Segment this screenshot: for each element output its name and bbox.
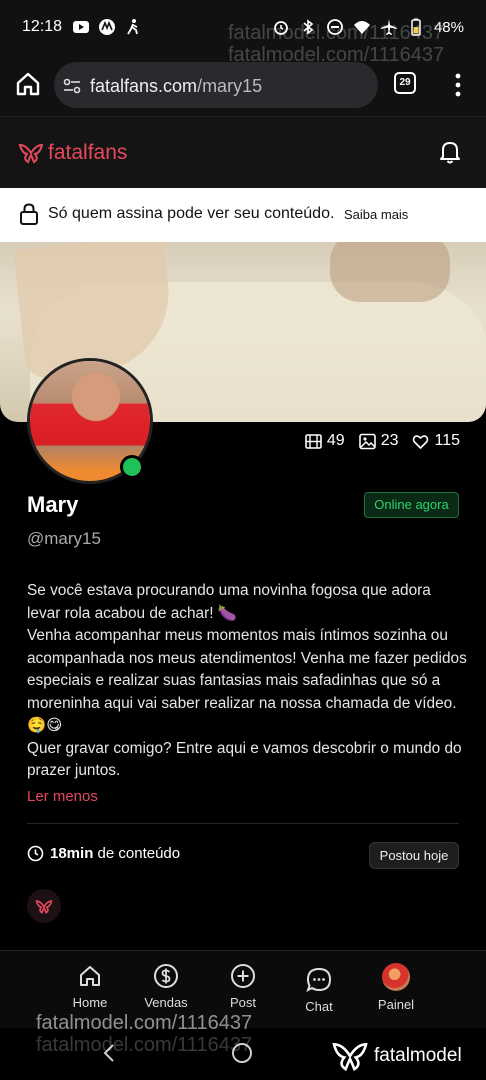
videos-count: 49 xyxy=(326,432,345,449)
chat-icon xyxy=(306,967,332,992)
dollar-icon xyxy=(154,964,178,988)
watermark: fatalmodel.com/1116437 xyxy=(36,1012,253,1034)
plus-circle-icon xyxy=(231,964,255,988)
nav-post-label: Post xyxy=(229,995,256,1010)
nav-vendas[interactable]: Vendas xyxy=(131,963,201,1010)
profile-bio: Se você estava procurando uma novinha fo… xyxy=(27,580,467,783)
bio-line: Quer gravar comigo? Entre aqui e vamos d… xyxy=(27,739,462,780)
film-icon xyxy=(305,433,322,449)
fatalfans-logo-icon xyxy=(18,143,44,164)
avatar xyxy=(382,963,410,991)
lock-icon xyxy=(20,203,38,225)
banner-message: Só quem assina pode ver seu conteúdo. xyxy=(48,205,335,222)
tab-switcher-button[interactable]: 29 xyxy=(394,72,416,94)
app-header: fatalfans xyxy=(0,116,486,188)
home-icon xyxy=(80,966,100,986)
watermark: fatalmodel.com/1116437 xyxy=(228,22,445,44)
content-duration-suffix: de conteúdo xyxy=(97,845,181,862)
image-icon xyxy=(358,433,376,449)
profile-name: Mary xyxy=(27,492,79,517)
profile-stats: 49 23 115 xyxy=(305,432,460,450)
motorola-icon xyxy=(99,19,115,35)
likes-stat: 115 xyxy=(412,432,460,450)
nav-chat[interactable]: Chat xyxy=(284,967,354,1014)
fatalmodel-logo-icon xyxy=(332,1043,368,1072)
watermark: fatalmodel.com/1116437 xyxy=(228,44,445,66)
profile-handle: @mary15 xyxy=(27,529,101,548)
walking-icon xyxy=(127,19,138,35)
nav-chat-label: Chat xyxy=(305,999,333,1014)
read-less-link[interactable]: Ler menos xyxy=(27,788,98,805)
url-path: /mary15 xyxy=(197,76,263,96)
learn-more-link[interactable]: Saiba mais xyxy=(344,207,408,222)
subscribers-only-banner: Só quem assina pode ver seu conteúdo. Sa… xyxy=(0,188,486,242)
brand-name: fatalfans xyxy=(48,141,128,164)
url-text: fatalfans.com/mary15 xyxy=(90,76,262,97)
photos-stat: 23 xyxy=(358,432,399,450)
nav-vendas-label: Vendas xyxy=(144,995,188,1010)
browser-menu-icon[interactable] xyxy=(450,72,466,98)
address-bar[interactable]: fatalfans.com/mary15 xyxy=(54,62,378,108)
bio-line: Venha acompanhar meus momentos mais ínti… xyxy=(27,627,467,734)
nav-home-label: Home xyxy=(72,995,108,1010)
watermark: fatalmodel.com/1116437 xyxy=(36,1034,253,1056)
notifications-bell-icon[interactable] xyxy=(438,139,462,165)
online-status-badge: Online agora xyxy=(364,492,459,518)
fatalfans-badge[interactable] xyxy=(27,889,61,923)
content-duration: 18min de conteúdo xyxy=(27,845,180,862)
nav-painel-label: Painel xyxy=(377,997,415,1012)
site-settings-icon[interactable] xyxy=(62,76,82,96)
likes-count: 115 xyxy=(434,432,460,449)
nav-post[interactable]: Post xyxy=(208,963,278,1010)
url-domain: fatalfans.com xyxy=(90,76,198,96)
nav-painel[interactable]: Painel xyxy=(361,963,431,1012)
watermark-brand: fatalmodel xyxy=(374,1045,462,1066)
status-time: 12:18 xyxy=(22,18,63,35)
bio-line: Se você estava procurando uma novinha fo… xyxy=(27,582,431,622)
heart-icon xyxy=(413,434,429,449)
content-duration-value: 18min xyxy=(50,845,94,862)
watermark-logo: fatalmodel xyxy=(330,1040,462,1072)
browser-home-icon[interactable] xyxy=(14,70,42,98)
posted-today-badge[interactable]: Postou hoje xyxy=(369,842,459,869)
photos-count: 23 xyxy=(380,432,399,449)
fatalfans-logo[interactable]: fatalfans xyxy=(18,141,127,165)
clock-icon xyxy=(27,845,44,862)
divider xyxy=(27,823,459,824)
fatalfans-small-icon xyxy=(35,899,53,914)
online-indicator xyxy=(120,455,144,479)
youtube-icon xyxy=(73,21,89,33)
videos-stat: 49 xyxy=(305,432,345,450)
nav-home[interactable]: Home xyxy=(55,963,125,1010)
